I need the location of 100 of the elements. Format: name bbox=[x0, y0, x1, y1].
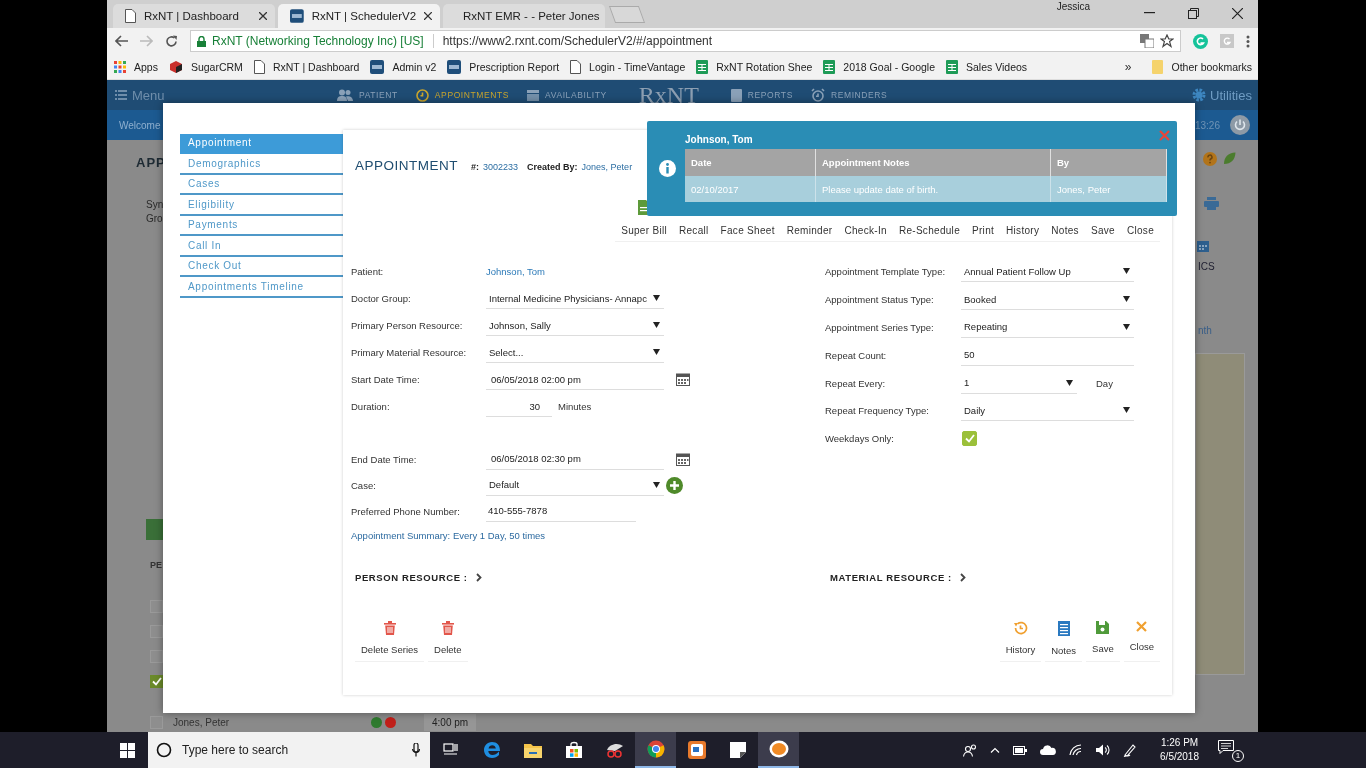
browser-tab[interactable]: RxNT | SchedulerV2 bbox=[278, 4, 440, 28]
toolbar-button[interactable]: Print bbox=[966, 221, 1001, 242]
people-icon[interactable] bbox=[963, 743, 978, 757]
windows-logo-icon[interactable] bbox=[120, 742, 135, 758]
chrome-browser-icon[interactable] bbox=[646, 740, 665, 758]
date-field[interactable]: 06/05/2018 02:00 pm bbox=[486, 369, 664, 390]
action-button[interactable]: Notes bbox=[1045, 621, 1083, 662]
bookmark[interactable]: SugarCRM bbox=[168, 59, 243, 74]
cloud-icon[interactable] bbox=[1040, 745, 1057, 755]
add-icon[interactable] bbox=[666, 476, 683, 494]
dropdown[interactable]: Repeating bbox=[961, 317, 1134, 338]
toolbar-button[interactable]: Recall bbox=[672, 221, 715, 242]
action-button[interactable]: Delete Series bbox=[355, 621, 425, 662]
bookmark[interactable]: Sales Videos bbox=[946, 59, 1028, 74]
bookmarks-overflow[interactable]: » bbox=[1124, 59, 1132, 74]
more-options-icon[interactable] bbox=[1246, 34, 1250, 48]
taskbar-app[interactable] bbox=[635, 732, 676, 768]
folder-icon[interactable] bbox=[523, 742, 542, 758]
checkbox[interactable] bbox=[150, 625, 163, 638]
microphone-icon[interactable] bbox=[412, 743, 420, 757]
chevron-up-icon[interactable] bbox=[990, 747, 1001, 753]
toolbar-button[interactable]: History bbox=[1000, 221, 1046, 242]
taskbar-date[interactable]: 6/5/2018 bbox=[1160, 750, 1199, 764]
restore-icon[interactable] bbox=[1188, 7, 1199, 19]
dropdown[interactable]: Default bbox=[486, 474, 664, 496]
phone-app-icon[interactable] bbox=[768, 740, 789, 758]
checkbox[interactable] bbox=[150, 600, 163, 613]
speaker-icon[interactable] bbox=[1096, 744, 1111, 756]
toolbar-button[interactable]: Close bbox=[1120, 221, 1160, 242]
star-icon[interactable] bbox=[1160, 34, 1174, 48]
dropdown[interactable]: Annual Patient Follow Up bbox=[961, 261, 1134, 283]
profile-name[interactable]: Jessica bbox=[1056, 1, 1090, 12]
dropdown[interactable]: Booked bbox=[961, 289, 1134, 311]
close-icon[interactable] bbox=[424, 12, 432, 20]
scissors-icon[interactable] bbox=[605, 742, 624, 758]
nav-tab[interactable]: AVAILABILITY bbox=[527, 89, 607, 101]
nav-tab[interactable]: APPOINTMENTS bbox=[415, 88, 510, 102]
dropdown[interactable]: Select... bbox=[486, 342, 664, 363]
toolbar-button[interactable]: Super Bill bbox=[615, 221, 673, 242]
action-button[interactable]: Save bbox=[1086, 621, 1120, 662]
address-bar[interactable]: RxNT (Networking Technology Inc) [US] https://www2.rxnt.com/SchedulerV2/#/appointment bbox=[190, 30, 1181, 52]
toolbar-button[interactable]: Check-In bbox=[838, 221, 893, 242]
bookmark[interactable]: Prescription Report bbox=[447, 59, 560, 74]
bookmark[interactable]: Apps bbox=[114, 60, 158, 73]
search-field[interactable]: Type here to search bbox=[148, 732, 430, 768]
bookmark[interactable]: RxNT | Dashboard bbox=[253, 59, 360, 74]
toolbar-button[interactable]: Save bbox=[1084, 221, 1121, 242]
input-field[interactable]: 50 bbox=[961, 344, 1134, 366]
bookmark[interactable]: Admin v2 bbox=[370, 59, 437, 74]
minimize-icon[interactable] bbox=[1144, 12, 1155, 14]
toolbar-button[interactable]: Face Sheet bbox=[714, 221, 781, 242]
bookmark[interactable]: 2018 Goal - Google bbox=[823, 59, 935, 74]
calendar-icon[interactable] bbox=[676, 373, 690, 386]
other-bookmarks[interactable]: Other bookmarks bbox=[1152, 59, 1252, 74]
calendar-icon[interactable] bbox=[676, 452, 690, 466]
nav-tab[interactable]: REPORTS bbox=[730, 88, 793, 102]
action-button[interactable]: History bbox=[999, 621, 1042, 662]
taskbar-app[interactable] bbox=[758, 732, 799, 768]
browser-tab[interactable]: RxNT | Dashboard bbox=[113, 4, 275, 28]
translate-icon[interactable] bbox=[1140, 34, 1154, 48]
collapsible-section[interactable]: PERSON RESOURCE : bbox=[355, 572, 830, 583]
task-view-icon[interactable] bbox=[442, 743, 459, 757]
bookmark[interactable]: RxNT Rotation Shee bbox=[696, 59, 813, 74]
toolbar-button[interactable]: Notes bbox=[1045, 221, 1085, 242]
dropdown[interactable]: Daily bbox=[961, 400, 1134, 422]
taskbar-time[interactable]: 1:26 PM bbox=[1160, 736, 1199, 750]
dropdown[interactable]: Internal Medicine Physicians- Annapc bbox=[486, 288, 664, 309]
action-button[interactable]: Delete bbox=[428, 621, 468, 662]
notifications-button[interactable]: 1 bbox=[1218, 738, 1244, 762]
checkbox[interactable] bbox=[150, 650, 163, 663]
nav-tab[interactable]: REMINDERS bbox=[810, 88, 888, 102]
search-icon bbox=[156, 742, 172, 758]
input-field[interactable]: 410-555-7878 bbox=[486, 500, 636, 522]
video-app-icon[interactable] bbox=[687, 741, 706, 759]
reload-icon[interactable] bbox=[165, 34, 178, 48]
back-arrow-icon[interactable] bbox=[115, 35, 128, 47]
close-icon[interactable] bbox=[1232, 7, 1243, 19]
patient-link[interactable]: Johnson, Tom bbox=[486, 266, 545, 277]
toolbar-button[interactable]: Re-Schedule bbox=[892, 221, 966, 242]
calendar-icon[interactable] bbox=[1197, 240, 1209, 252]
browser-tab[interactable]: RxNT EMR - - Peter Jones bbox=[443, 4, 605, 28]
dropdown[interactable]: Johnson, Sally bbox=[486, 315, 664, 336]
bookmark[interactable]: Login - TimeVantage bbox=[570, 59, 686, 74]
toolbar-button[interactable]: Reminder bbox=[780, 221, 839, 242]
wifi-icon[interactable] bbox=[1069, 744, 1084, 756]
number-field[interactable]: 30 bbox=[486, 396, 552, 417]
power-icon[interactable] bbox=[1230, 115, 1250, 135]
shopping-bag-icon[interactable] bbox=[564, 741, 583, 759]
date-field[interactable]: 06/05/2018 02:30 pm bbox=[486, 448, 664, 470]
checkbox[interactable] bbox=[150, 716, 163, 729]
action-button[interactable]: Close bbox=[1123, 621, 1160, 662]
battery-icon[interactable] bbox=[1013, 745, 1028, 755]
close-icon[interactable] bbox=[259, 12, 267, 20]
checkbox[interactable] bbox=[962, 431, 977, 447]
sticky-note-icon[interactable] bbox=[729, 742, 746, 758]
dropdown[interactable]: 1 bbox=[961, 372, 1077, 394]
collapsible-section[interactable]: MATERIAL RESOURCE : bbox=[830, 572, 966, 583]
checkbox[interactable] bbox=[150, 675, 163, 688]
pen-icon[interactable] bbox=[1123, 743, 1138, 757]
edge-browser-icon[interactable] bbox=[482, 741, 501, 759]
